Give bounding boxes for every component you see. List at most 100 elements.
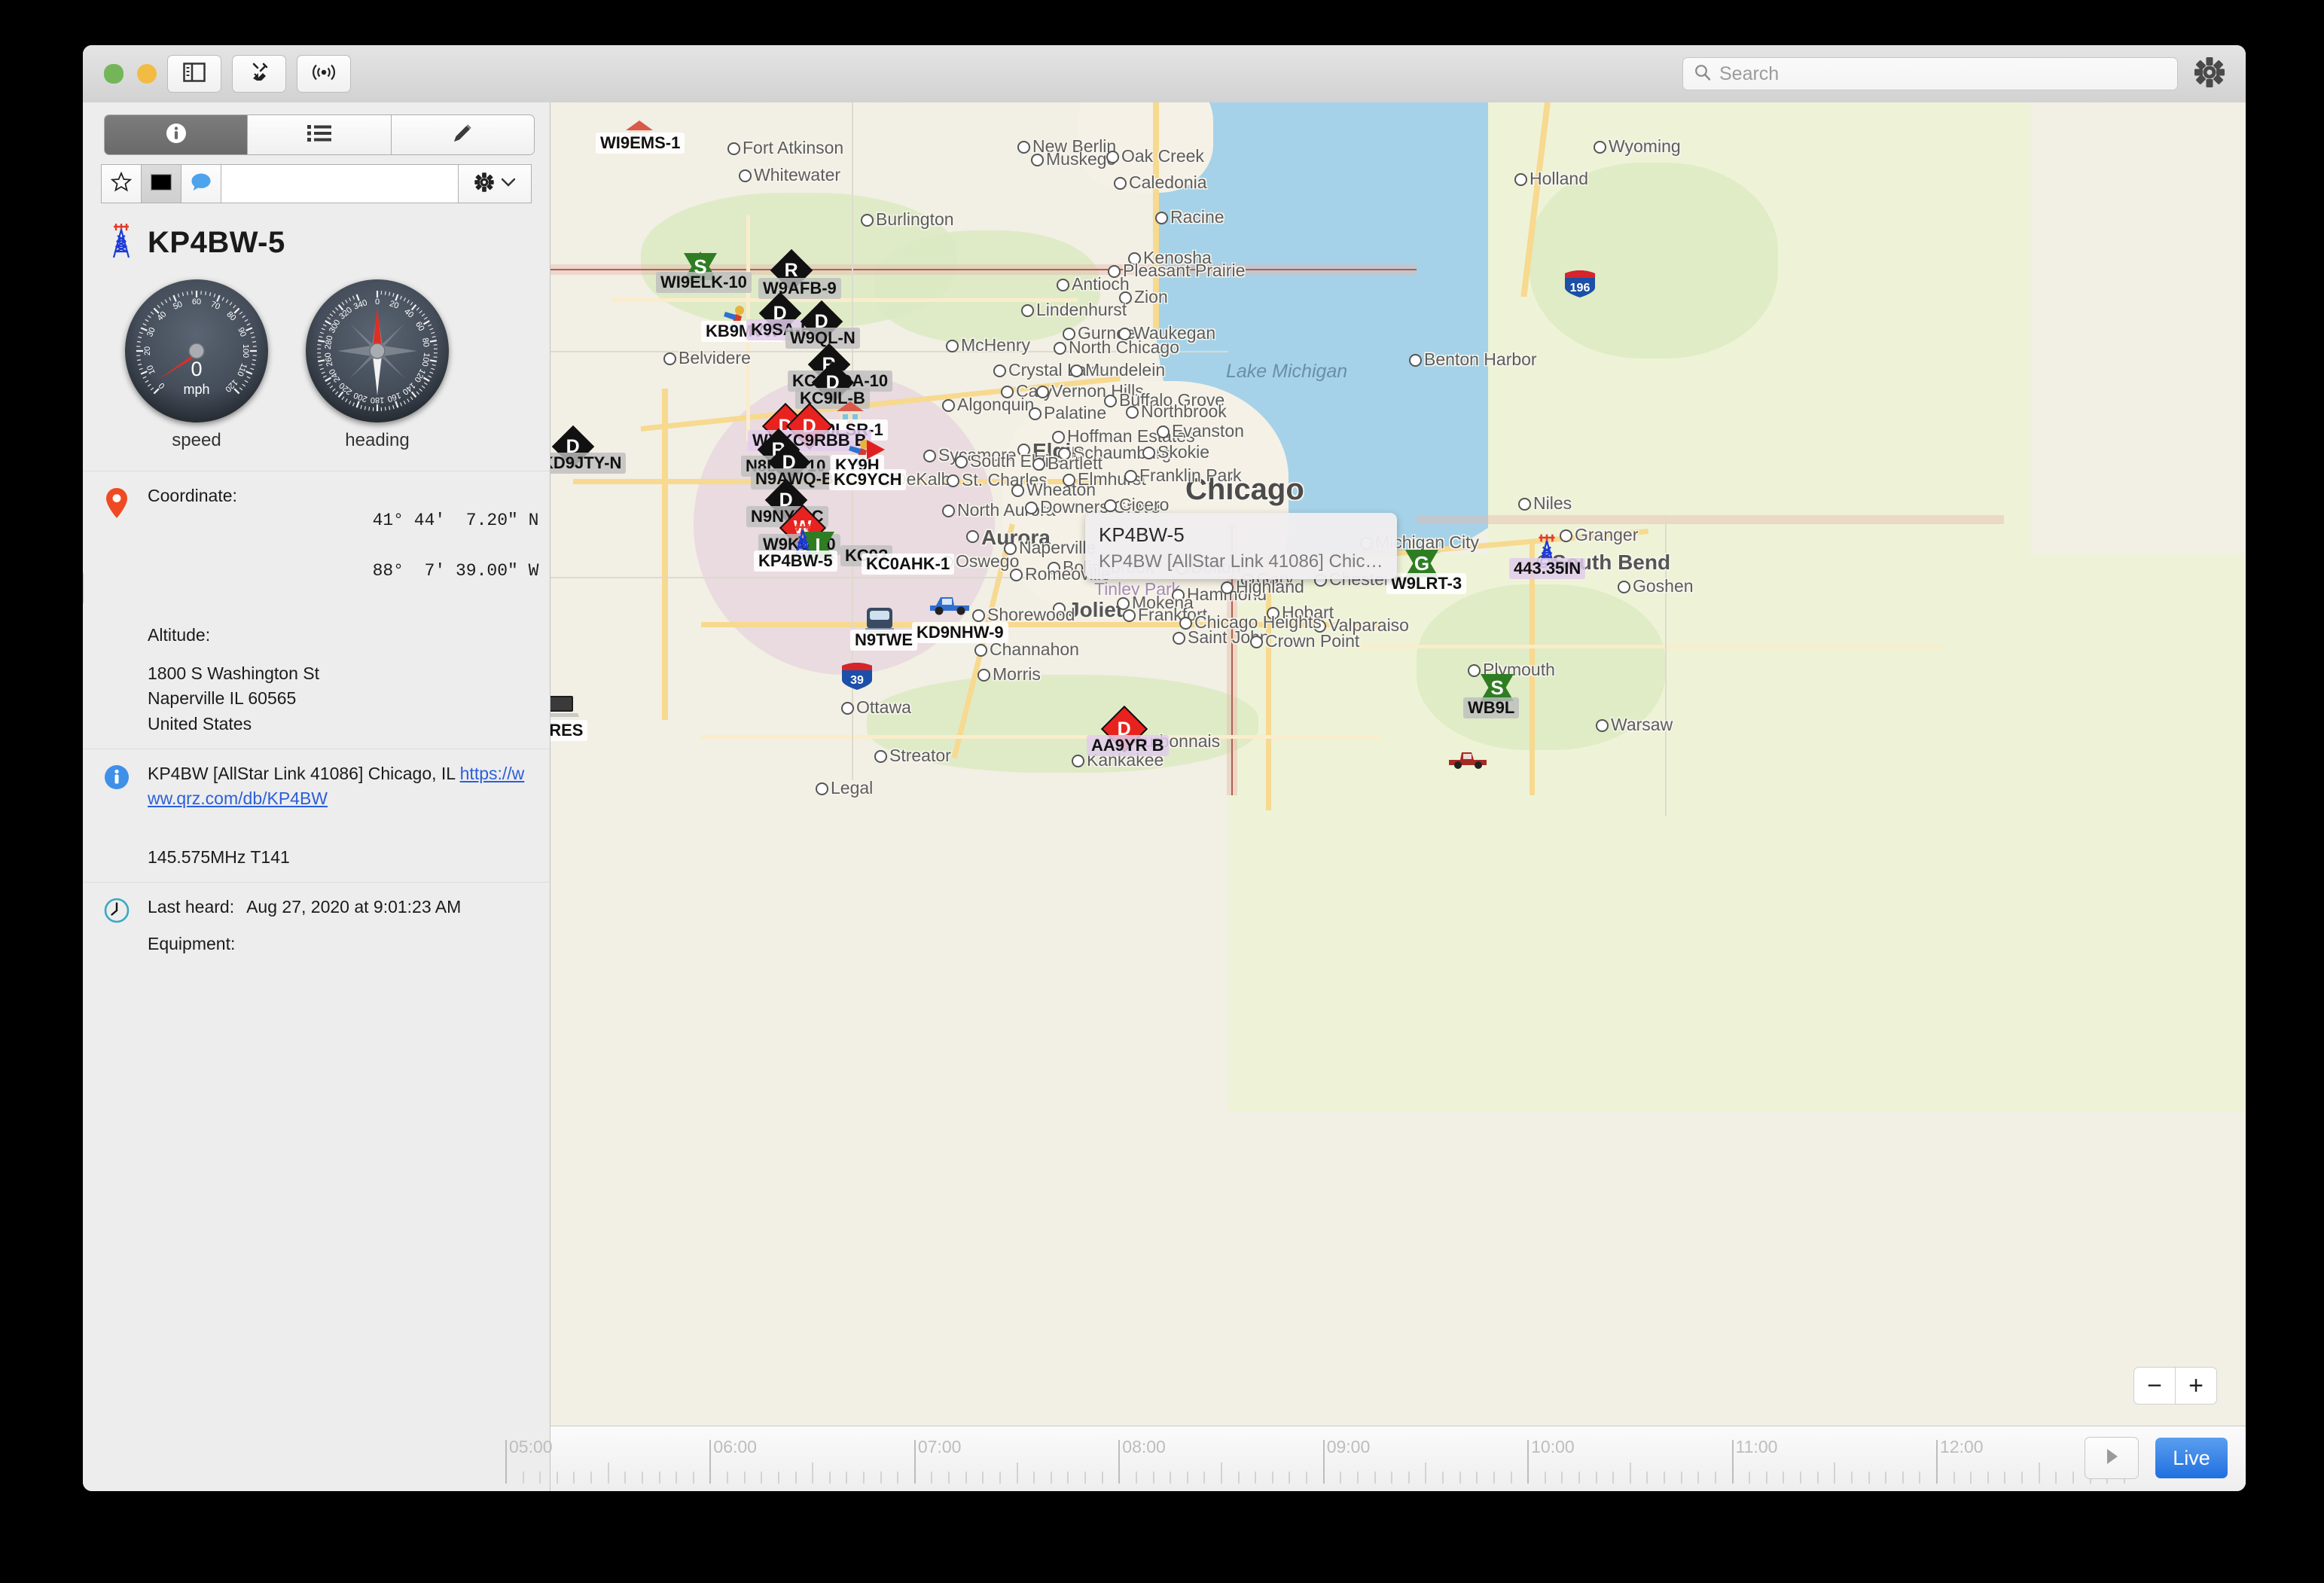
plug-icon bbox=[248, 61, 270, 87]
timeline-minor-tick bbox=[1885, 1472, 1887, 1484]
timeline-minor-tick bbox=[2072, 1472, 2074, 1484]
map-place-label: Pleasant Prairie bbox=[1123, 261, 1246, 280]
map-place-label: Palatine bbox=[1044, 403, 1107, 422]
map-marker[interactable]: G bbox=[1405, 547, 1438, 580]
map-place-dot bbox=[739, 169, 752, 182]
map-view[interactable]: Fort Atkinson New Berlin Muskego Oak Creek W… bbox=[551, 102, 2246, 1491]
map-marker[interactable] bbox=[551, 694, 579, 723]
clock-icon bbox=[104, 895, 134, 957]
svg-text:240: 240 bbox=[328, 368, 343, 384]
map-marker-label[interactable]: KC9YCH bbox=[829, 469, 907, 490]
timeline-minor-tick bbox=[1306, 1472, 1308, 1484]
beacon-button[interactable] bbox=[297, 55, 351, 93]
map-marker-label[interactable]: N9TWE bbox=[850, 630, 917, 651]
timeline-tick-label: 11:00 bbox=[1735, 1437, 1778, 1456]
map-marker-label[interactable]: WI9EMS-1 bbox=[596, 133, 685, 154]
map-place-dot bbox=[1072, 755, 1084, 767]
station-action-menu[interactable] bbox=[458, 165, 531, 203]
map-marker[interactable]: S bbox=[684, 250, 717, 283]
svg-text:220: 220 bbox=[337, 380, 354, 396]
map-place-label: Granger bbox=[1575, 525, 1639, 544]
tab-info[interactable] bbox=[105, 115, 249, 154]
search-icon bbox=[1694, 63, 1712, 85]
map-marker[interactable] bbox=[1447, 746, 1489, 774]
road-minor-3 bbox=[1341, 645, 1944, 648]
timeline-minor-tick bbox=[761, 1472, 763, 1484]
timeline-minor-tick bbox=[1561, 1472, 1563, 1484]
heading-gauge: 0 20 40 60 80 100 120 140 160 180 200 220 240 260 280 3… bbox=[306, 279, 449, 451]
last-heard-label: Last heard: bbox=[148, 897, 235, 917]
timeline-minor-tick bbox=[1442, 1472, 1444, 1484]
map-marker-label[interactable]: KD9NHW-9 bbox=[912, 622, 1008, 643]
map-marker-label[interactable]: 9RES bbox=[551, 720, 588, 741]
connect-button[interactable] bbox=[232, 55, 286, 93]
map-place-dot bbox=[946, 340, 959, 352]
status-row: KP4BW [AllStar Link 41086] Chicago, IL h… bbox=[83, 749, 550, 882]
map-place-dot bbox=[966, 530, 979, 543]
map-place-label: Cicero bbox=[1119, 495, 1170, 514]
address-line-2: Naperville IL 60565 bbox=[148, 688, 297, 709]
tab-list[interactable] bbox=[248, 115, 392, 154]
map-place-dot bbox=[1157, 425, 1170, 438]
timeline-minor-tick bbox=[743, 1472, 746, 1484]
map-marker-label[interactable]: AA9YR B bbox=[1087, 735, 1169, 756]
timeline-minor-tick bbox=[1374, 1472, 1376, 1484]
zoom-window-button[interactable] bbox=[104, 64, 124, 84]
map-marker[interactable] bbox=[927, 590, 972, 620]
favorite-button[interactable] bbox=[102, 165, 142, 203]
svg-text:180: 180 bbox=[371, 395, 384, 404]
map-zoom-controls[interactable]: − + bbox=[2133, 1367, 2217, 1405]
sidebar-scrollbar[interactable] bbox=[83, 571, 84, 605]
timeline-ticks[interactable]: 05:00 06:00 07:00 08:00 09:00 10:00 11:00 12:00 bbox=[505, 1426, 2125, 1491]
map-place-label: Holland bbox=[1530, 169, 1588, 188]
radio-tower-icon bbox=[108, 223, 134, 263]
map-place-dot bbox=[972, 609, 985, 622]
timeline-major-tick bbox=[709, 1440, 712, 1484]
map-place-label: Ottawa bbox=[856, 697, 911, 717]
map-place-label: Burlington bbox=[876, 209, 954, 229]
minimize-window-button[interactable] bbox=[137, 64, 157, 84]
station-mini-toolbar bbox=[101, 164, 532, 203]
svg-text:200: 200 bbox=[352, 390, 368, 404]
coordinate-lon: 88° 7′ 39.00″ W bbox=[372, 561, 539, 581]
zoom-out-button[interactable]: − bbox=[2133, 1367, 2176, 1405]
play-button[interactable] bbox=[2085, 1437, 2139, 1479]
timeline-major-tick bbox=[1527, 1440, 1530, 1484]
map-marker-label[interactable]: KC0AHK-1 bbox=[862, 554, 955, 575]
sidebar-toggle-button[interactable] bbox=[167, 55, 221, 93]
svg-text:70: 70 bbox=[209, 300, 221, 312]
color-swatch-button[interactable] bbox=[142, 165, 181, 203]
timeline-minor-tick bbox=[573, 1472, 575, 1484]
svg-text:320: 320 bbox=[337, 306, 354, 322]
map-place-label: Wyoming bbox=[1609, 136, 1681, 156]
sidebar-icon bbox=[183, 62, 206, 86]
search-input[interactable]: Search bbox=[1682, 57, 2178, 90]
info-circle-icon bbox=[165, 122, 188, 148]
timeline-minor-tick bbox=[1067, 1472, 1069, 1484]
live-button[interactable]: Live bbox=[2155, 1438, 2228, 1478]
station-callout[interactable]: KP4BW-5 KP4BW [AllStar Link 41086] Chica… bbox=[1085, 513, 1397, 579]
message-button[interactable] bbox=[181, 165, 221, 203]
zoom-in-button[interactable]: + bbox=[2176, 1367, 2217, 1405]
last-heard-value: Aug 27, 2020 at 9:01:23 AM bbox=[246, 897, 462, 917]
settings-button[interactable] bbox=[2193, 56, 2226, 93]
map-place-label: Franklin Park bbox=[1139, 465, 1242, 485]
map-marker[interactable]: S bbox=[1481, 671, 1514, 704]
map-marker-label[interactable]: KD9JTY-N bbox=[551, 453, 627, 474]
timeline-tick-label: 12:00 bbox=[1940, 1437, 1984, 1456]
coordinate-label: Coordinate: bbox=[148, 486, 237, 505]
road-minor-4 bbox=[701, 735, 1379, 739]
map-marker-label[interactable]: W9AFB-9 bbox=[758, 278, 841, 299]
map-place-label: Racine bbox=[1170, 207, 1225, 227]
map-place-dot bbox=[1594, 141, 1606, 154]
svg-text:340: 340 bbox=[352, 298, 368, 312]
timeline-minor-tick bbox=[1493, 1472, 1495, 1484]
tab-edit[interactable] bbox=[391, 115, 534, 154]
timeline-minor-tick bbox=[2055, 1472, 2057, 1484]
map-marker-label[interactable]: W9QL-N bbox=[785, 328, 860, 349]
map-place-label: Warsaw bbox=[1611, 715, 1673, 734]
timeline-bar[interactable]: 05:00 06:00 07:00 08:00 09:00 10:00 11:00 12:00… bbox=[505, 1426, 2246, 1491]
map-marker-label[interactable]: 443.35IN bbox=[1509, 558, 1586, 579]
map-place-dot bbox=[1021, 304, 1034, 317]
timeline-minor-tick bbox=[777, 1472, 779, 1484]
